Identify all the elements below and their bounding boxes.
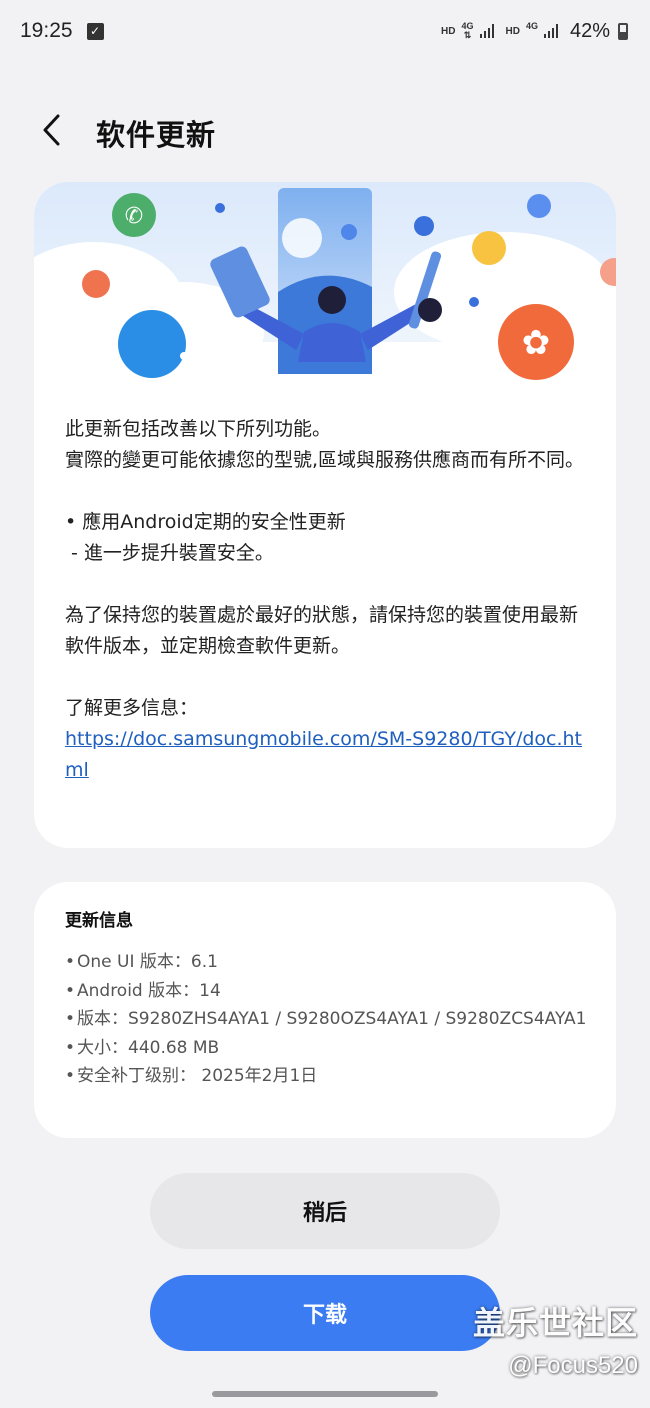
advice-text: 為了保持您的裝置處於最好的狀態，請保持您的裝置使用最新軟件版本，並定期檢查軟件更… (65, 604, 579, 657)
release-notes-text: 此更新包括改善以下所列功能。 實際的變更可能依據您的型號,區域與服務供應商而有所… (65, 414, 595, 786)
chevron-left-icon (43, 114, 60, 146)
page-title: 软件更新 (96, 118, 217, 152)
info-security-patch: • 安全补丁级别： 2025年2月1日 (65, 1062, 595, 1091)
hd-label-2: HD (505, 25, 520, 37)
status-bar: 19:25 ✓ HD 4G ⇅ HD 4G ⇅ 42% (0, 0, 650, 62)
network-4g-icon-2: 4G ⇅ (526, 22, 538, 40)
svg-text:✿: ✿ (522, 323, 551, 363)
battery-percent: 42% (569, 19, 610, 42)
security-update-bullet: • 應用Android定期的安全性更新 (65, 511, 346, 533)
download-button[interactable]: 下载 (150, 1275, 500, 1351)
svg-text:✆: ✆ (125, 204, 143, 229)
status-right: HD 4G ⇅ HD 4G ⇅ 42% (441, 20, 628, 43)
info-build-version: • 版本：S9280ZHS4AYA1 / S9280OZS4AYA1 / S928… (65, 1005, 595, 1034)
intro-line-1: 此更新包括改善以下所列功能。 (65, 418, 332, 440)
more-info-link[interactable]: https://doc.samsungmobile.com/SM-S9280/T… (65, 728, 582, 781)
more-info-label: 了解更多信息： (65, 697, 199, 719)
watermark-handle: @Focus520 (508, 1352, 638, 1379)
later-button[interactable]: 稍后 (150, 1173, 500, 1249)
update-info-card: 更新信息 • One UI 版本：6.1 • Android 版本：14 • 版本：S… (34, 882, 616, 1138)
check-notification-icon: ✓ (86, 22, 104, 40)
info-value: Android 版本：14 (77, 980, 221, 1001)
info-android-version: • Android 版本：14 (65, 977, 595, 1006)
signal-icon-1 (479, 24, 494, 38)
update-info-list: • One UI 版本：6.1 • Android 版本：14 • 版本：S9280Z… (65, 948, 595, 1091)
data-arrows-icon: ⇅ (463, 30, 472, 40)
info-size: • 大小：440.68 MB (65, 1034, 595, 1063)
info-one-ui-version: • One UI 版本：6.1 (65, 948, 595, 977)
update-info-title: 更新信息 (65, 911, 133, 931)
network-gen-label-2: 4G (525, 21, 538, 31)
info-value: 安全补丁级别： 2025年2月1日 (77, 1066, 318, 1086)
release-notes-card: ✆ ✿ 此更新包括改善以下所列功能。 實際的變更可能依據您的型號,區域與服務供應… (34, 182, 616, 848)
signal-icon-2 (543, 24, 558, 38)
hd-label-1: HD (441, 25, 456, 37)
status-time: 19:25 (20, 19, 73, 42)
info-value: One UI 版本：6.1 (77, 952, 218, 972)
back-button[interactable] (36, 108, 76, 152)
security-update-subbullet: - 進一步提升裝置安全。 (65, 542, 274, 564)
info-value: 版本：S9280ZHS4AYA1 / S9280OZS4AYA1 / S9280… (77, 1009, 587, 1029)
watermark-brand: 盖乐世社区 (472, 1304, 638, 1342)
intro-line-2: 實際的變更可能依據您的型號,區域與服務供應商而有所不同。 (65, 449, 585, 471)
watermark: 盖乐世社区 @Focus520 (473, 1298, 638, 1380)
home-indicator[interactable] (212, 1391, 438, 1397)
battery-icon (618, 22, 628, 40)
info-value: 大小：440.68 MB (77, 1037, 220, 1058)
status-left: 19:25 ✓ (20, 19, 104, 43)
network-4g-icon-1: 4G ⇅ (461, 22, 473, 40)
update-illustration: ✆ ✿ (34, 182, 616, 396)
app-header: 软件更新 (0, 100, 650, 160)
